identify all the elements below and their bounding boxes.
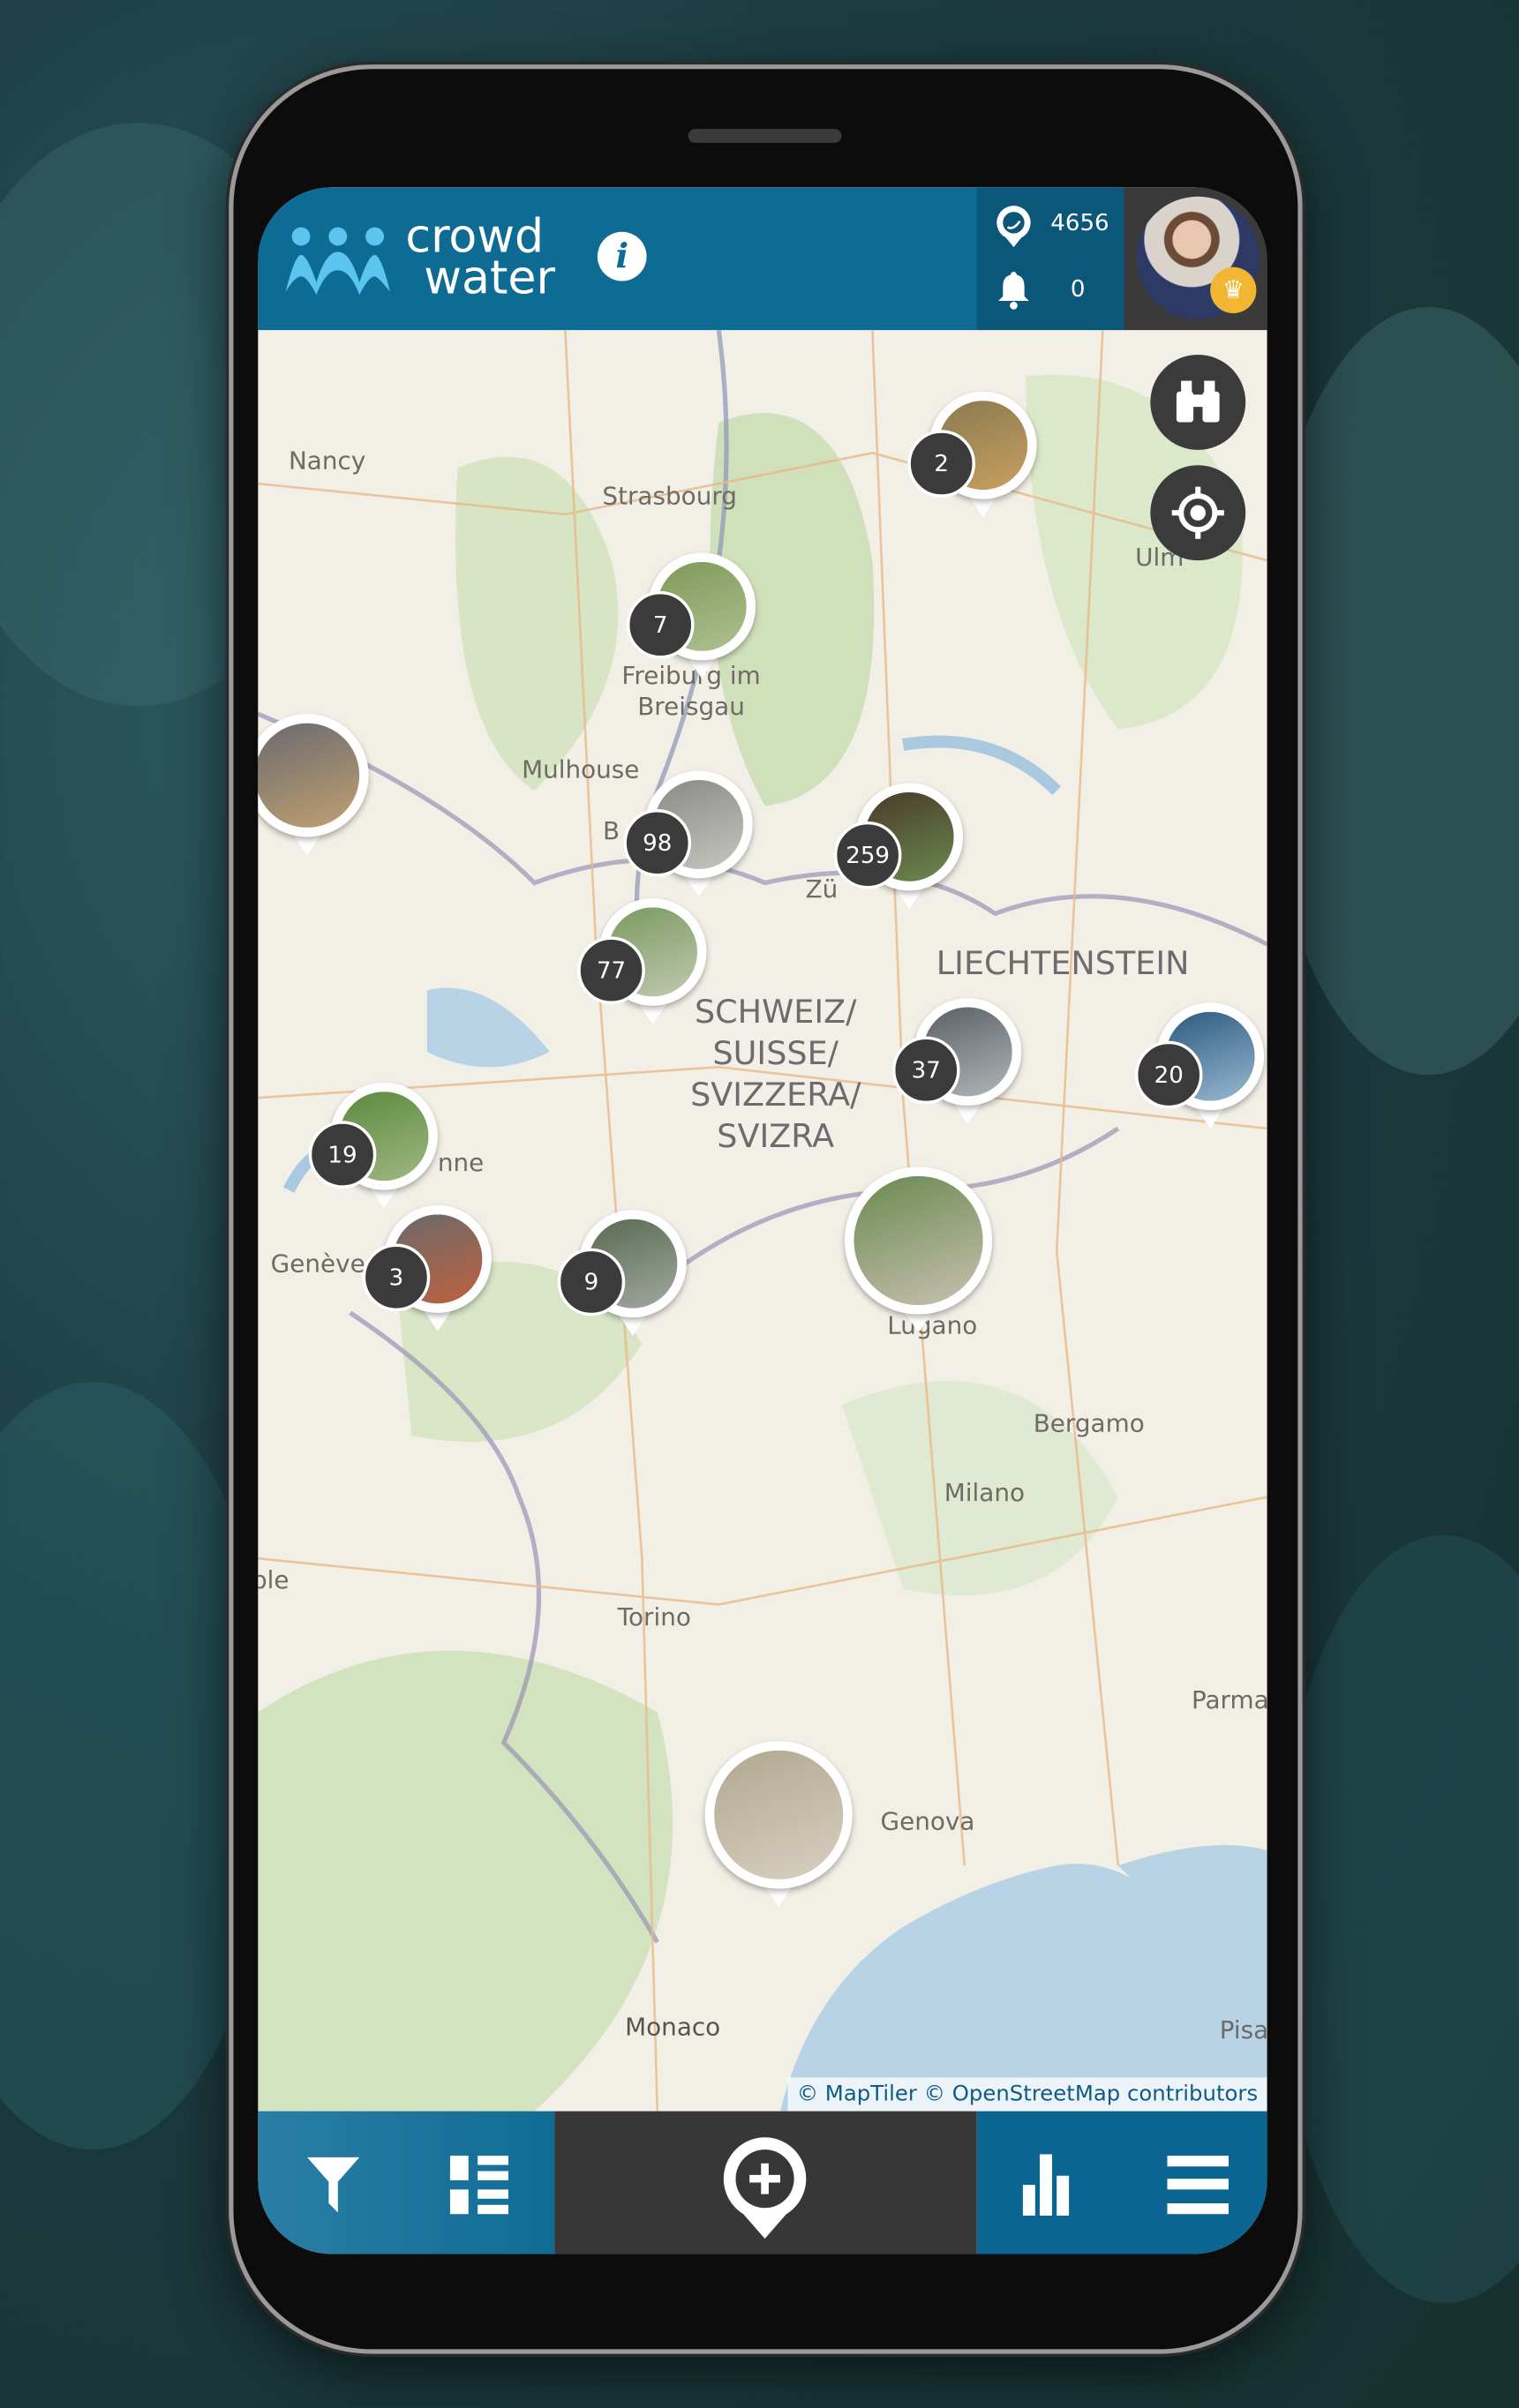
map-label-strasbourg: Strasbourg bbox=[602, 481, 737, 511]
add-location-icon[interactable] bbox=[718, 2134, 810, 2242]
map-cluster-marker[interactable]: 9 bbox=[557, 1210, 687, 1336]
marker-photo bbox=[704, 1741, 853, 1889]
map-cluster-marker[interactable]: 3 bbox=[362, 1204, 492, 1332]
map-label-mulhouse: Mulhouse bbox=[522, 754, 640, 784]
map-label-nancy: Nancy bbox=[288, 446, 366, 476]
map-label-basel: B bbox=[603, 815, 620, 845]
map-label-pisa: Pisa bbox=[1219, 2014, 1267, 2044]
map-label-ch1: SCHWEIZ/ bbox=[694, 993, 857, 1031]
cluster-count-badge: 2 bbox=[907, 430, 975, 498]
map-label-geneve: Genève bbox=[270, 1249, 365, 1279]
info-button[interactable]: i bbox=[597, 231, 647, 281]
map-cluster-marker[interactable]: 98 bbox=[623, 770, 753, 897]
cluster-count-badge: 3 bbox=[362, 1243, 431, 1312]
map-cluster-marker[interactable]: 77 bbox=[577, 897, 707, 1024]
phone-speaker bbox=[688, 129, 842, 143]
map-cluster-marker[interactable]: 37 bbox=[891, 998, 1022, 1124]
cluster-count-badge: 20 bbox=[1134, 1040, 1203, 1109]
map-label-monaco: Monaco bbox=[625, 2012, 721, 2042]
bell-icon bbox=[998, 271, 1029, 310]
map-label-ch3: SVIZZERA/ bbox=[690, 1076, 861, 1114]
map-cluster-marker[interactable]: 20 bbox=[1134, 1002, 1265, 1129]
points-count: 4656 bbox=[1050, 208, 1109, 236]
cluster-count-badge: 9 bbox=[557, 1248, 626, 1317]
map-cluster-marker[interactable]: 2 bbox=[907, 391, 1037, 518]
list-icon[interactable] bbox=[449, 2154, 512, 2216]
map-label-genova: Genova bbox=[880, 1806, 975, 1836]
map-label-switzerland: SCHWEIZ/SUISSE/SVIZZERA/SVIZRA bbox=[690, 992, 861, 1158]
map-label-ch4: SVIZRA bbox=[717, 1117, 835, 1155]
bottom-toolbar bbox=[258, 2111, 1267, 2254]
map-label-milano: Milano bbox=[944, 1477, 1026, 1507]
map-label-bergamo: Bergamo bbox=[1033, 1408, 1145, 1438]
cluster-count-badge: 259 bbox=[833, 821, 902, 889]
binoculars-icon bbox=[1176, 380, 1220, 423]
cluster-count-badge: 7 bbox=[626, 590, 695, 659]
crown-icon: ♛ bbox=[1210, 266, 1257, 313]
cluster-count-badge: 19 bbox=[308, 1121, 377, 1189]
user-stats[interactable]: 4656 0 bbox=[976, 187, 1124, 331]
map-cluster-marker[interactable]: 19 bbox=[308, 1082, 438, 1209]
marker-photo bbox=[258, 714, 369, 837]
map-cluster-marker[interactable] bbox=[845, 1166, 993, 1333]
crowdwater-logo-icon bbox=[285, 227, 390, 296]
map-label-ble: ble bbox=[258, 1565, 290, 1595]
app-header: crowd water i 4656 0 ♛ bbox=[258, 187, 1267, 331]
locate-me-button[interactable] bbox=[1150, 465, 1246, 561]
map-cluster-marker[interactable]: 7 bbox=[626, 552, 756, 679]
cluster-count-badge: 77 bbox=[577, 936, 645, 1005]
filter-icon[interactable] bbox=[305, 2154, 363, 2216]
explore-button[interactable] bbox=[1150, 354, 1246, 450]
map-label-lausanne: nne bbox=[437, 1147, 485, 1177]
location-pin-icon bbox=[996, 206, 1031, 248]
app-screen: crowd water i 4656 0 ♛ Nancy Strasbourg … bbox=[258, 187, 1267, 2254]
cluster-count-badge: 98 bbox=[623, 809, 692, 877]
map-cluster-marker[interactable]: 259 bbox=[833, 783, 964, 910]
map-label-parma: Parma bbox=[1191, 1684, 1267, 1714]
map-view[interactable]: Nancy Strasbourg Ulm Freiburg im Breisgau Mul… bbox=[258, 330, 1267, 2112]
map-cluster-marker[interactable] bbox=[258, 714, 369, 856]
map-label-liechtenstein: LIECHTENSTEIN bbox=[936, 945, 1190, 982]
cluster-count-badge: 37 bbox=[891, 1036, 960, 1105]
map-label-ch2: SUISSE/ bbox=[712, 1034, 839, 1072]
map-cluster-marker[interactable] bbox=[704, 1741, 853, 1908]
map-label-freiburg2: Breisgau bbox=[637, 691, 745, 721]
logo-text-water: water bbox=[424, 251, 556, 306]
stats-icon[interactable] bbox=[1021, 2154, 1079, 2216]
map-attribution[interactable]: © MapTiler © OpenStreetMap contributors bbox=[787, 2077, 1267, 2112]
map-label-zurich: Zü bbox=[805, 874, 838, 904]
profile-button[interactable]: ♛ bbox=[1124, 187, 1267, 331]
map-label-torino: Torino bbox=[617, 1602, 691, 1632]
crosshair-icon bbox=[1171, 486, 1224, 539]
marker-photo bbox=[845, 1166, 993, 1315]
notification-count: 0 bbox=[1070, 274, 1086, 303]
menu-icon[interactable] bbox=[1167, 2154, 1229, 2216]
